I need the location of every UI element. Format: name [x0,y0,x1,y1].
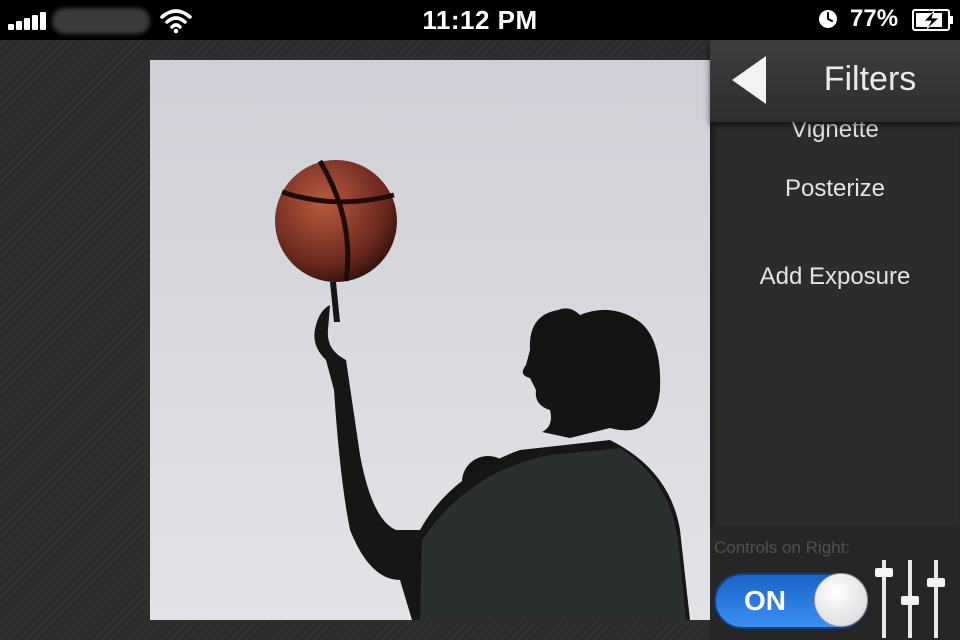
controls-on-right-toggle[interactable]: ON [714,573,868,629]
toggle-knob [814,573,868,627]
alarm-clock-icon [819,10,837,28]
sidebar-header: Filters [710,40,960,122]
battery-charging-icon [912,9,953,31]
signal-bars-icon [8,12,48,30]
wifi-icon [160,9,192,34]
filter-item-add-exposure[interactable]: Add Exposure [710,246,960,334]
sidebar-title: Filters [823,60,917,98]
battery-percent: 77% [850,5,899,32]
controls-on-right-label: Controls on Right: [714,538,851,557]
photo-preview[interactable] [150,60,710,620]
status-time: 11:12 PM [422,5,538,35]
filter-list: Vignette Posterize Add Exposure [710,100,960,334]
status-bar: 11:12 PM 77% [0,0,960,40]
sliders-icon [875,560,945,638]
controls-panel: Controls on Right: ON [710,526,960,640]
carrier-name-redacted [52,8,150,34]
filters-sidebar: Vignette Posterize Add Exposure Filters … [710,40,960,640]
photo-silhouette-image [150,60,710,620]
back-triangle-icon[interactable] [726,54,774,106]
filter-item-posterize[interactable]: Posterize [710,158,960,246]
canvas-area [0,40,710,640]
toggle-state-label: ON [744,585,786,616]
